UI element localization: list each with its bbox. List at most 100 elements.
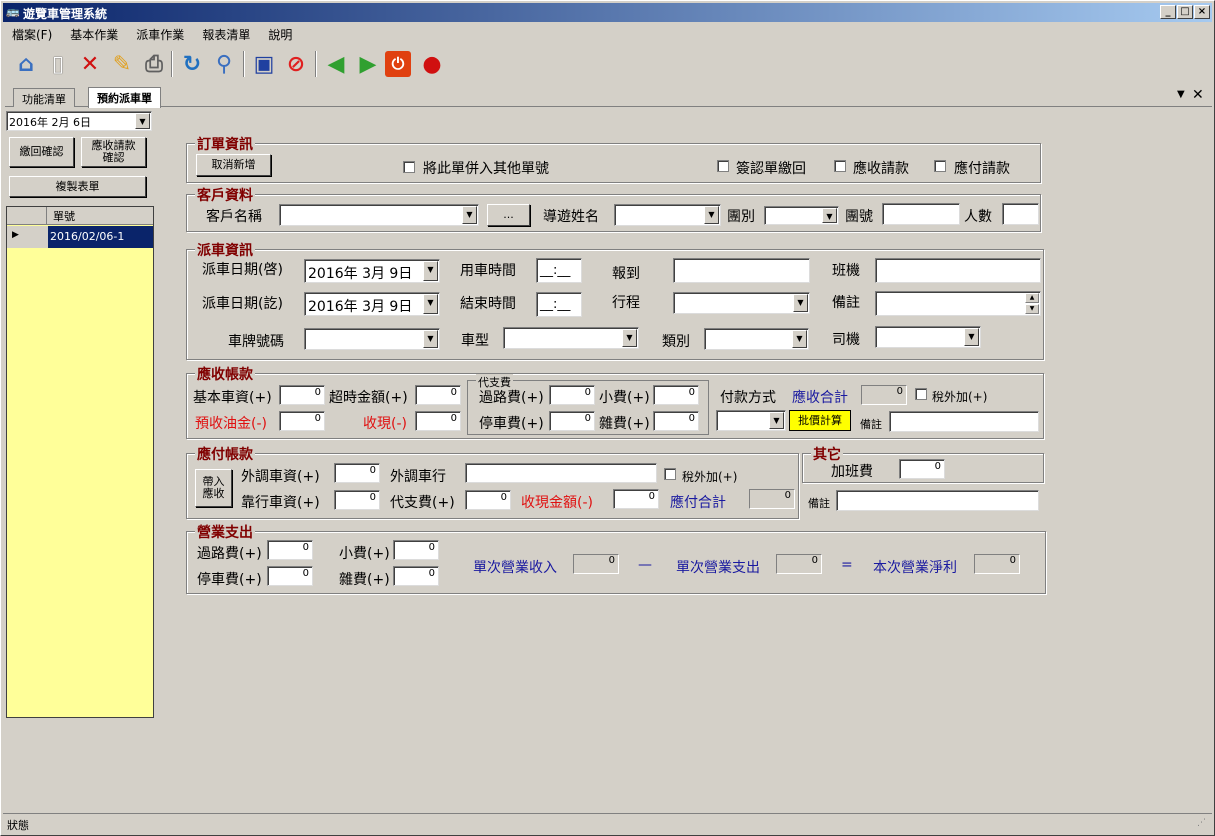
route-select[interactable]: ▼ [673,292,810,314]
import-receivable-button[interactable]: 帶入應收 [195,469,232,507]
chevron-down-icon[interactable]: ▼ [964,328,979,346]
cash-received-field[interactable]: 0 [415,411,461,431]
power-icon[interactable]: ⏻ [385,51,411,77]
menu-reports[interactable]: 報表清單 [193,24,259,45]
menu-basic[interactable]: 基本作業 [61,24,127,45]
tip-field[interactable]: 0 [653,385,699,405]
close-tab-icon[interactable]: ✕ [1192,87,1204,103]
report-field[interactable] [673,258,810,283]
chevron-down-icon[interactable]: ▼ [704,206,719,224]
expense-parking-label: 停車費(+) [197,572,262,588]
search-icon[interactable]: ⚲ [209,49,239,79]
overtime-field[interactable]: 0 [415,385,461,405]
external-fee-field[interactable]: 0 [334,463,380,483]
minimize-button[interactable]: _ [1160,5,1176,19]
advance-fee-field[interactable]: 0 [465,490,511,510]
chevron-down-icon[interactable]: ▼ [793,294,808,312]
misc-field[interactable]: 0 [653,411,699,431]
start-date-picker[interactable]: 2016年 3月 9日 ▼ [304,259,440,283]
use-time-field[interactable]: __:__ [536,258,582,283]
browse-customer-button[interactable]: ... [487,204,530,226]
date-picker[interactable]: 2016年 2月 6日 ▼ [6,111,152,131]
customer-name-select[interactable]: ▼ [279,204,479,226]
merge-checkbox[interactable] [403,161,415,173]
alarm-icon[interactable]: ● [417,49,447,79]
group-select[interactable]: ▼ [764,206,839,225]
new-document-icon[interactable]: ▯ [43,49,73,79]
other-note-field[interactable] [836,490,1039,511]
receivable-tax-checkbox[interactable] [915,388,927,400]
headcount-field[interactable] [1002,203,1039,225]
sign-return-checkbox[interactable] [717,160,729,172]
back-icon[interactable]: ◀ [321,49,351,79]
expense-misc-field[interactable]: 0 [393,566,439,586]
receivable-note-field[interactable] [889,411,1039,432]
receivable-confirm-button[interactable]: 應收請款確認 [81,137,146,167]
expense-tip-field[interactable]: 0 [393,540,439,560]
group-no-field[interactable] [882,203,960,225]
end-time-label: 結束時間 [460,296,516,312]
external-company-field[interactable] [465,463,657,483]
chevron-down-icon[interactable]: ▼ [135,113,150,129]
expense-toll-field[interactable]: 0 [267,540,313,560]
chevron-down-icon[interactable]: ▼ [769,412,784,429]
payable-tax-checkbox[interactable] [664,468,676,480]
chevron-down-icon[interactable]: ▼ [462,206,477,224]
scroll-up-icon[interactable]: ▲ [1025,293,1039,303]
forward-icon[interactable]: ▶ [353,49,383,79]
edit-icon[interactable]: ✎ [107,49,137,79]
chevron-down-icon[interactable]: ▼ [423,330,438,348]
menu-help[interactable]: 說明 [259,24,301,45]
menu-dispatch[interactable]: 派車作業 [127,24,193,45]
print-icon[interactable]: ⎙ [139,49,169,79]
chevron-down-icon[interactable]: ▼ [423,261,438,281]
car-type-select[interactable]: ▼ [503,327,639,349]
chevron-down-icon[interactable]: ▼ [622,329,637,347]
prepaid-fuel-field[interactable]: 0 [279,411,325,431]
close-button[interactable]: × [1194,5,1210,19]
basic-fee-field[interactable]: 0 [279,385,325,405]
refresh-icon[interactable]: ↻ [177,49,207,79]
payable-cash-field[interactable]: 0 [613,489,659,509]
receivable-request-checkbox[interactable] [834,160,846,172]
calc-price-button[interactable]: 批價計算 [789,410,851,431]
overtime-pay-field[interactable]: 0 [899,459,945,479]
expense-parking-field[interactable]: 0 [267,566,313,586]
payable-request-checkbox[interactable] [934,160,946,172]
resize-grip-icon[interactable]: ⋰ [1197,818,1206,828]
tab-reservation[interactable]: 預約派車單 [88,87,161,108]
home-icon[interactable]: ⌂ [11,49,41,79]
table-row[interactable]: ▶ 2016/02/06-1 [7,226,153,248]
plate-select[interactable]: ▼ [304,328,440,350]
menu-bar: 檔案(F) 基本作業 派車作業 報表清單 說明 [3,24,1212,44]
dependent-fee-field[interactable]: 0 [334,490,380,510]
category-select[interactable]: ▼ [704,328,809,350]
spend-label: 單次營業支出 [676,560,760,576]
tab-function-list[interactable]: 功能清單 [13,88,75,107]
chevron-down-icon[interactable]: ▼ [423,294,438,314]
chevron-down-icon[interactable]: ▼ [792,330,807,348]
end-date-picker[interactable]: 2016年 3月 9日 ▼ [304,292,440,316]
receivable-note-label: 備註 [860,418,882,431]
guide-name-select[interactable]: ▼ [614,204,721,226]
chevron-down-icon[interactable]: ▼ [822,208,837,223]
scroll-down-icon[interactable]: ▼ [1025,304,1039,314]
flight-field[interactable] [875,258,1041,283]
pay-method-select[interactable]: ▼ [716,410,786,431]
return-confirm-button[interactable]: 繳回確認 [9,137,74,167]
dropdown-icon[interactable]: ▼ [1177,89,1185,100]
maximize-button[interactable]: □ [1177,5,1193,19]
cancel-icon[interactable]: ⊘ [281,49,311,79]
driver-select[interactable]: ▼ [875,326,981,348]
toolbar: ⌂ ▯ ✕ ✎ ⎙ ↻ ⚲ ▣ ⊘ ◀ ▶ ⏻ ● [5,47,1210,83]
menu-file[interactable]: 檔案(F) [3,24,61,45]
toll-field[interactable]: 0 [549,385,595,405]
cancel-new-button[interactable]: 取消新增 [196,154,271,176]
note-field[interactable]: ▲ ▼ [875,291,1041,316]
parking-field[interactable]: 0 [549,411,595,431]
delete-icon[interactable]: ✕ [75,49,105,79]
end-time-field[interactable]: __:__ [536,292,582,317]
save-icon[interactable]: ▣ [249,49,279,79]
order-no-cell[interactable]: 2016/02/06-1 [48,226,153,248]
copy-form-button[interactable]: 複製表單 [9,176,146,197]
